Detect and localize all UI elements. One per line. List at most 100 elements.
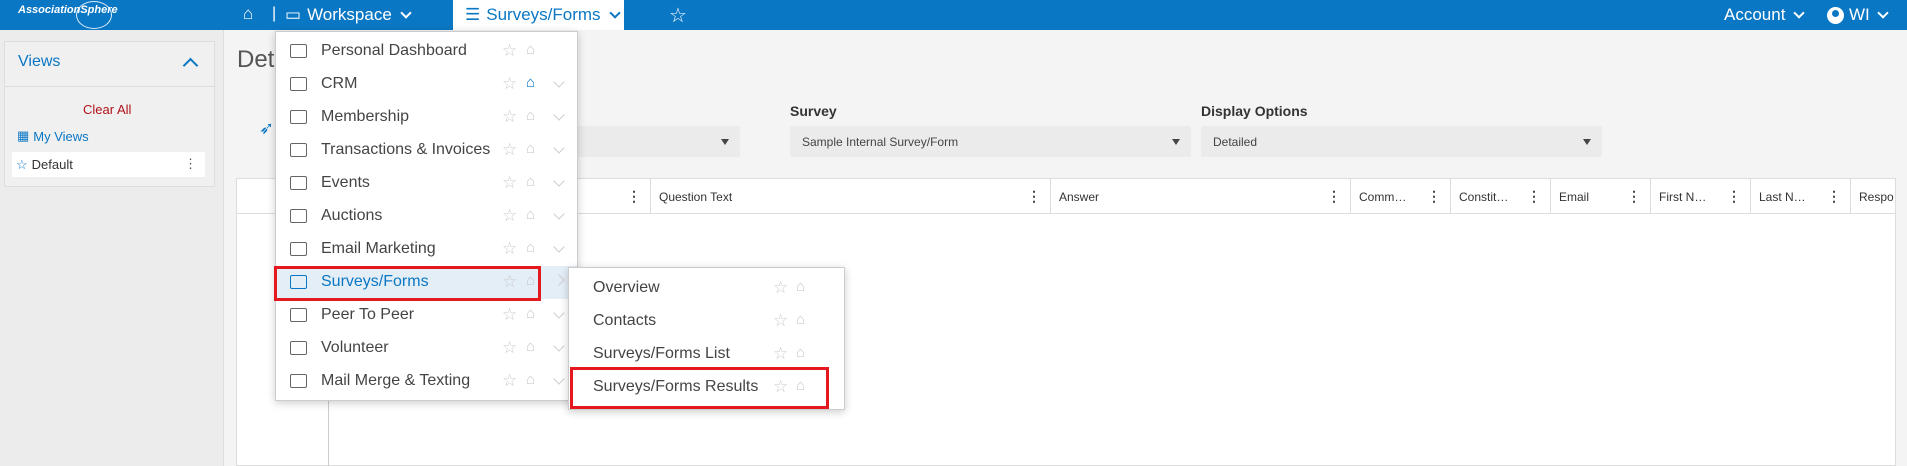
menu-item-membership[interactable]: Membership ☆ ⌂	[276, 101, 577, 134]
chevron-down-icon[interactable]	[553, 307, 565, 319]
workspace-menu[interactable]: ▭ Workspace	[285, 5, 412, 25]
menu-item-transactions-invoices[interactable]: Transactions & Invoices ☆ ⌂	[276, 134, 577, 167]
column-header-constituent[interactable]: Constit… ⋮	[1450, 179, 1551, 214]
column-menu-icon[interactable]: ⋮	[627, 188, 641, 205]
column-header-email[interactable]: Email ⋮	[1550, 179, 1651, 214]
home-icon[interactable]: ⌂	[796, 278, 805, 295]
favorite-star-icon[interactable]: ☆	[669, 3, 687, 28]
chevron-up-icon[interactable]	[182, 57, 199, 74]
chevron-down-icon[interactable]	[553, 109, 565, 121]
column-header-last-name[interactable]: Last N… ⋮	[1750, 179, 1851, 214]
views-sidebar: Views Clear All ▦ My Views ☆ Default ⋮	[0, 30, 224, 466]
column-menu-icon[interactable]: ⋮	[1827, 188, 1841, 205]
menu-item-label: CRM	[321, 75, 358, 92]
page-title: Det	[237, 46, 275, 73]
list-icon: ☰	[465, 5, 481, 24]
home-icon[interactable]: ⌂	[526, 371, 535, 388]
column-header-first-name[interactable]: First N… ⋮	[1650, 179, 1751, 214]
envelope-icon	[290, 242, 307, 256]
my-views-link[interactable]: ▦ My Views	[17, 128, 89, 144]
favorite-star-icon[interactable]: ☆	[502, 107, 517, 127]
favorite-star-icon[interactable]: ☆	[502, 173, 517, 193]
favorite-star-icon[interactable]: ☆	[502, 41, 517, 61]
column-menu-icon[interactable]: ⋮	[1727, 188, 1741, 205]
menu-item-label: Personal Dashboard	[321, 42, 467, 59]
chevron-down-icon[interactable]	[553, 208, 565, 220]
survey-select[interactable]: Sample Internal Survey/Form	[790, 126, 1191, 157]
display-options-select[interactable]: Detailed	[1201, 126, 1602, 157]
dashboard-icon	[290, 44, 307, 58]
column-header-comments[interactable]: Comm… ⋮	[1350, 179, 1451, 214]
submenu-item-overview[interactable]: Overview ☆ ⌂	[569, 272, 844, 305]
default-view-item[interactable]: ☆ Default ⋮	[12, 152, 205, 177]
home-icon[interactable]: ⌂	[526, 305, 535, 322]
home-icon[interactable]: ⌂	[526, 173, 535, 190]
chevron-down-icon[interactable]	[553, 241, 565, 253]
menu-item-crm[interactable]: CRM ☆ ⌂	[276, 68, 577, 101]
home-icon[interactable]: ⌂	[526, 140, 535, 157]
home-icon[interactable]: ⌂	[796, 311, 805, 328]
submenu-item-label: Surveys/Forms List	[593, 345, 730, 362]
menu-item-email-marketing[interactable]: Email Marketing ☆ ⌂	[276, 233, 577, 266]
column-header-response[interactable]: Respo	[1850, 179, 1896, 214]
chevron-down-icon[interactable]	[553, 373, 565, 385]
submenu-item-label: Overview	[593, 279, 660, 296]
favorite-star-icon[interactable]: ☆	[502, 338, 517, 358]
favorite-star-icon[interactable]: ☆	[773, 344, 788, 364]
clear-all-link[interactable]: Clear All	[83, 102, 131, 117]
favorite-star-icon[interactable]: ☆	[502, 74, 517, 94]
column-menu-icon[interactable]: ⋮	[1627, 188, 1641, 205]
account-menu[interactable]: Account	[1724, 5, 1806, 25]
menu-item-personal-dashboard[interactable]: Personal Dashboard ☆ ⌂	[276, 35, 577, 68]
submenu-item-contacts[interactable]: Contacts ☆ ⌂	[569, 305, 844, 338]
menu-item-label: Email Marketing	[321, 240, 436, 257]
views-title[interactable]: Views	[18, 53, 60, 71]
ticket-icon	[290, 176, 307, 190]
favorite-star-icon[interactable]: ☆	[502, 371, 517, 391]
user-avatar-icon	[1827, 6, 1844, 24]
chevron-down-icon[interactable]	[553, 142, 565, 154]
column-header-label: Constit…	[1459, 189, 1509, 204]
favorite-star-icon[interactable]: ☆	[502, 239, 517, 259]
home-icon[interactable]: ⌂	[526, 206, 535, 223]
display-options-label: Display Options	[1201, 103, 1308, 119]
menu-item-peer-to-peer[interactable]: Peer To Peer ☆ ⌂	[276, 299, 577, 332]
home-icon[interactable]: ⌂	[526, 74, 535, 91]
home-icon[interactable]: ⌂	[526, 338, 535, 355]
favorite-star-icon[interactable]: ☆	[502, 305, 517, 325]
home-icon[interactable]: ⌂	[243, 4, 253, 24]
column-header-answer[interactable]: Answer ⋮	[1050, 179, 1351, 214]
menu-item-auctions[interactable]: Auctions ☆ ⌂	[276, 200, 577, 233]
chevron-down-icon[interactable]	[553, 175, 565, 187]
favorite-star-icon[interactable]: ☆	[773, 278, 788, 298]
home-icon[interactable]: ⌂	[526, 41, 535, 58]
favorite-star-icon[interactable]: ☆	[773, 311, 788, 331]
column-menu-icon[interactable]: ⋮	[1327, 188, 1341, 205]
chevron-down-icon[interactable]	[553, 340, 565, 352]
user-menu[interactable]: WI	[1827, 5, 1889, 25]
menu-item-label: Volunteer	[321, 339, 389, 356]
survey-filter-label: Survey	[790, 103, 837, 119]
favorite-star-icon[interactable]: ☆	[502, 140, 517, 160]
home-icon[interactable]: ⌂	[526, 239, 535, 256]
favorite-star-icon[interactable]: ☆	[502, 206, 517, 226]
chevron-down-icon[interactable]	[553, 76, 565, 88]
workspace-label: Workspace	[307, 5, 392, 24]
menu-item-volunteer[interactable]: Volunteer ☆ ⌂	[276, 332, 577, 365]
rocket-icon[interactable]: ➶	[259, 118, 274, 139]
menu-item-mail-merge-texting[interactable]: Mail Merge & Texting ☆ ⌂	[276, 365, 577, 398]
chevron-down-icon	[608, 6, 621, 19]
home-icon[interactable]: ⌂	[796, 344, 805, 361]
column-header-question-text[interactable]: Question Text ⋮	[650, 179, 1051, 214]
surveys-forms-tab[interactable]: ☰ Surveys/Forms	[453, 0, 624, 30]
dropdown-arrow-icon	[1172, 139, 1180, 145]
more-options-icon[interactable]: ⋮	[184, 156, 197, 172]
column-menu-icon[interactable]: ⋮	[1027, 188, 1041, 205]
home-icon[interactable]: ⌂	[526, 107, 535, 124]
column-menu-icon[interactable]: ⋮	[1427, 188, 1441, 205]
heart-icon	[290, 341, 307, 355]
chevron-right-icon[interactable]	[553, 274, 565, 286]
top-navigation-bar: AssociationSphere ⌂ | ▭ Workspace ☰ Surv…	[0, 0, 1907, 30]
column-menu-icon[interactable]: ⋮	[1527, 188, 1541, 205]
menu-item-events[interactable]: Events ☆ ⌂	[276, 167, 577, 200]
